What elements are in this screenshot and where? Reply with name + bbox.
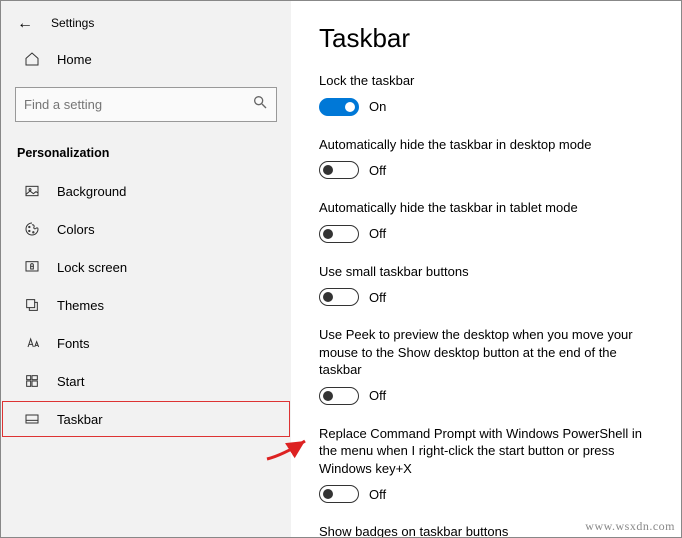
header-row: ← Settings bbox=[1, 1, 291, 41]
toggle-state: Off bbox=[369, 290, 386, 305]
nav-home-label: Home bbox=[57, 52, 92, 67]
nav-item-label: Colors bbox=[57, 222, 95, 237]
app-title: Settings bbox=[51, 16, 94, 30]
themes-icon bbox=[23, 297, 41, 313]
content-pane: Taskbar Lock the taskbar On Automaticall… bbox=[291, 1, 681, 537]
toggle-autohide-tablet[interactable] bbox=[319, 225, 359, 243]
search-wrap bbox=[1, 77, 291, 132]
nav-item-themes[interactable]: Themes bbox=[1, 286, 291, 324]
palette-icon bbox=[23, 221, 41, 237]
lock-screen-icon bbox=[23, 259, 41, 275]
setting-label: Lock the taskbar bbox=[319, 72, 653, 90]
nav-item-label: Background bbox=[57, 184, 126, 199]
toggle-state: Off bbox=[369, 226, 386, 241]
nav-item-label: Taskbar bbox=[57, 412, 103, 427]
navigation-pane: ← Settings Home Personalization Backgrou… bbox=[1, 1, 291, 537]
toggle-peek[interactable] bbox=[319, 387, 359, 405]
setting-label: Automatically hide the taskbar in deskto… bbox=[319, 136, 653, 154]
setting-label: Use small taskbar buttons bbox=[319, 263, 653, 281]
toggle-row-small-buttons: Off bbox=[319, 288, 653, 306]
back-arrow-icon[interactable]: ← bbox=[17, 15, 33, 31]
setting-label: Replace Command Prompt with Windows Powe… bbox=[319, 425, 653, 478]
toggle-state: Off bbox=[369, 163, 386, 178]
toggle-powershell[interactable] bbox=[319, 485, 359, 503]
toggle-lock-taskbar[interactable] bbox=[319, 98, 359, 116]
nav-item-lock-screen[interactable]: Lock screen bbox=[1, 248, 291, 286]
fonts-icon bbox=[23, 335, 41, 351]
toggle-small-buttons[interactable] bbox=[319, 288, 359, 306]
search-box[interactable] bbox=[15, 87, 277, 122]
nav-item-label: Start bbox=[57, 374, 84, 389]
search-input[interactable] bbox=[24, 97, 252, 112]
nav-item-start[interactable]: Start bbox=[1, 362, 291, 400]
toggle-state: On bbox=[369, 99, 386, 114]
setting-label: Automatically hide the taskbar in tablet… bbox=[319, 199, 653, 217]
nav-item-fonts[interactable]: Fonts bbox=[1, 324, 291, 362]
picture-icon bbox=[23, 183, 41, 199]
watermark: www.wsxdn.com bbox=[585, 519, 675, 534]
home-icon bbox=[23, 51, 41, 67]
nav-item-colors[interactable]: Colors bbox=[1, 210, 291, 248]
toggle-row-lock-taskbar: On bbox=[319, 98, 653, 116]
toggle-state: Off bbox=[369, 487, 386, 502]
nav-item-background[interactable]: Background bbox=[1, 172, 291, 210]
nav-item-taskbar[interactable]: Taskbar bbox=[1, 400, 291, 438]
toggle-autohide-desktop[interactable] bbox=[319, 161, 359, 179]
nav-item-label: Themes bbox=[57, 298, 104, 313]
setting-label: Use Peek to preview the desktop when you… bbox=[319, 326, 653, 379]
taskbar-icon bbox=[23, 411, 41, 427]
nav-item-label: Lock screen bbox=[57, 260, 127, 275]
toggle-row-peek: Off bbox=[319, 387, 653, 405]
toggle-row-autohide-desktop: Off bbox=[319, 161, 653, 179]
nav-home[interactable]: Home bbox=[1, 41, 291, 77]
search-icon bbox=[252, 94, 268, 115]
nav-item-label: Fonts bbox=[57, 336, 90, 351]
toggle-row-autohide-tablet: Off bbox=[319, 225, 653, 243]
section-title: Personalization bbox=[1, 132, 291, 172]
toggle-state: Off bbox=[369, 388, 386, 403]
start-icon bbox=[23, 373, 41, 389]
toggle-row-powershell: Off bbox=[319, 485, 653, 503]
page-title: Taskbar bbox=[319, 23, 653, 54]
